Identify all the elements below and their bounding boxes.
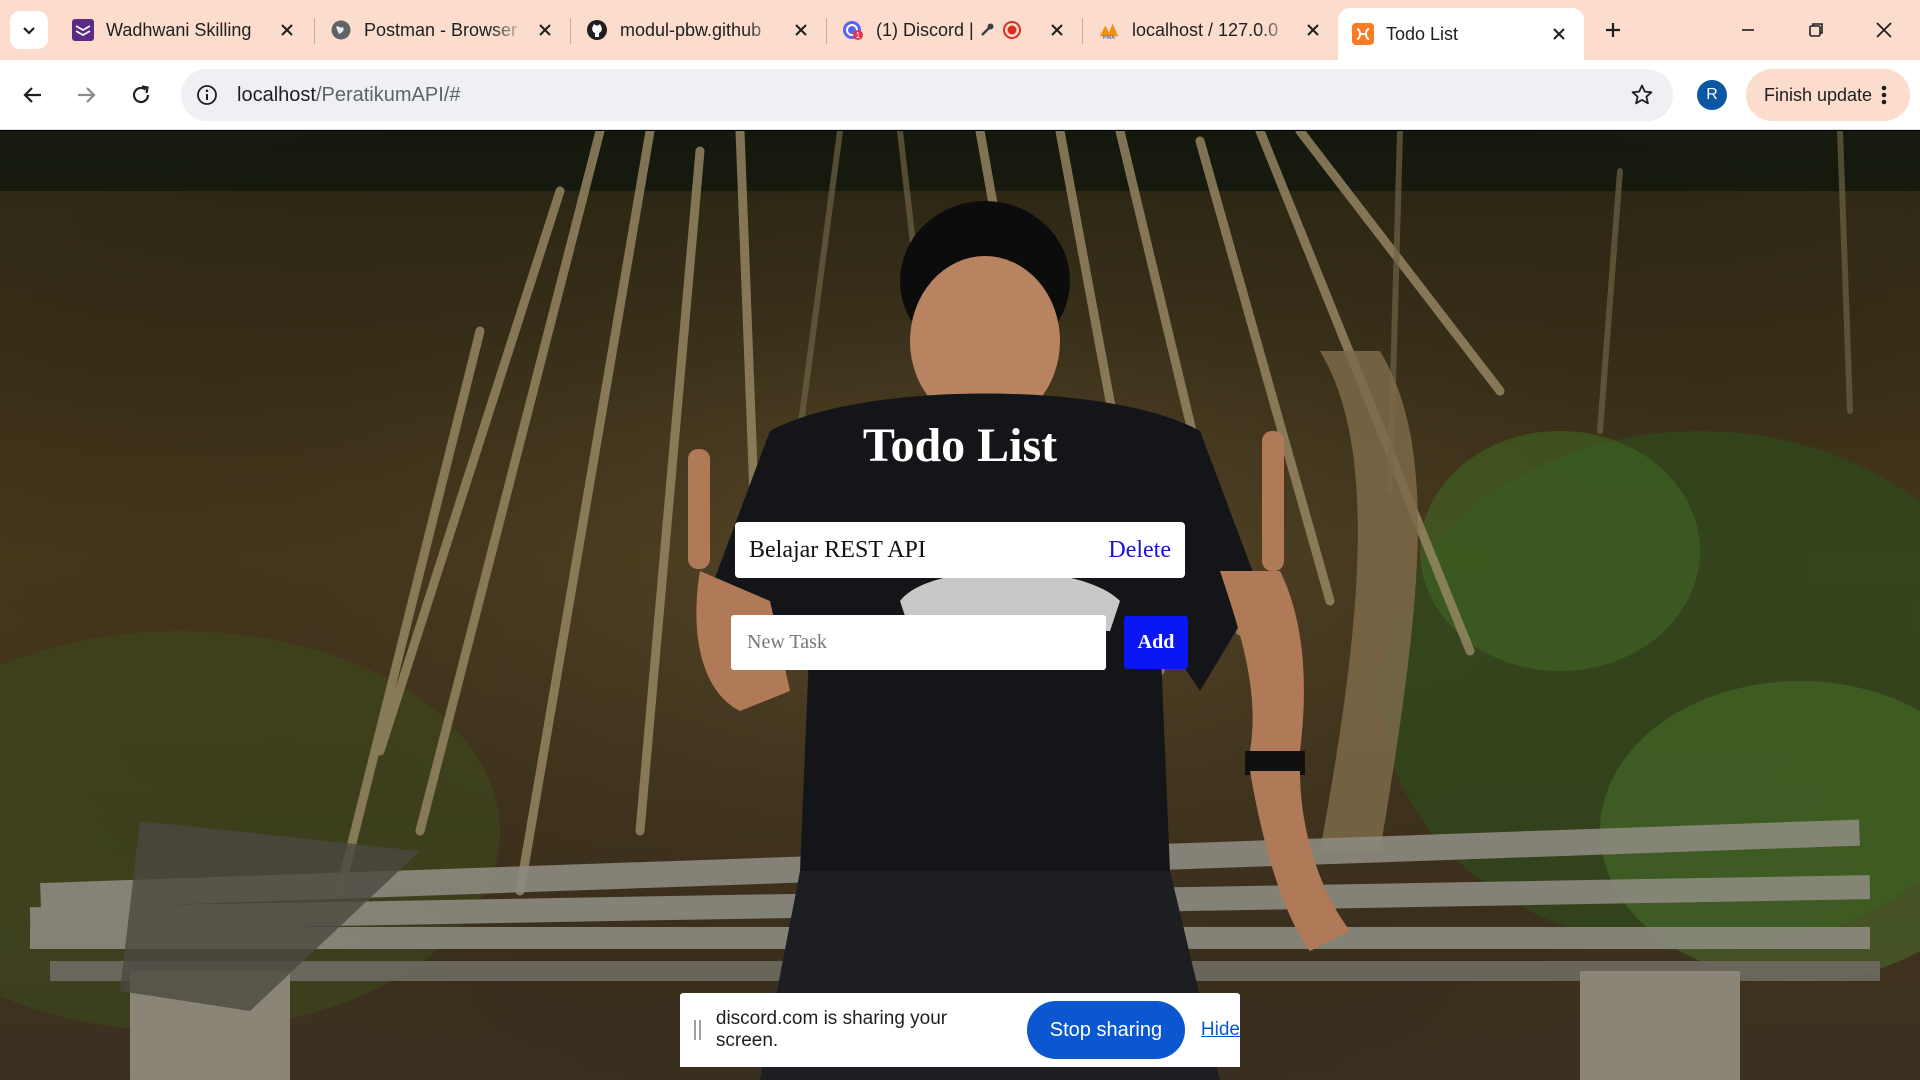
tab-postman[interactable]: Postman - Browser: [316, 8, 570, 52]
close-icon[interactable]: [1046, 19, 1068, 41]
add-button[interactable]: Add: [1124, 616, 1188, 669]
browser-toolbar: localhost/PeratikumAPI/# R Finish update: [0, 60, 1920, 130]
back-button[interactable]: [15, 77, 51, 113]
close-icon[interactable]: [1548, 23, 1570, 45]
tab-strip: Wadhwani Skilling Postman - Browser modu…: [0, 0, 1920, 60]
tab-discord[interactable]: 1 (1) Discord |: [828, 8, 1082, 52]
finish-update-button[interactable]: Finish update: [1746, 69, 1910, 121]
tab-title: (1) Discord |: [876, 19, 974, 40]
drag-handle-icon[interactable]: [694, 1020, 704, 1040]
url-host: localhost: [237, 83, 316, 106]
xampp-icon: [1352, 23, 1374, 45]
url-path: /PeratikumAPI/#: [315, 83, 461, 106]
tab-title: Todo List: [1386, 23, 1459, 44]
site-info-icon[interactable]: [193, 81, 221, 109]
page-viewport: Todo List Belajar REST API Delete Add di…: [0, 131, 1920, 1080]
tab-separator: [570, 18, 571, 44]
tab-title: localhost / 127.0.0: [1132, 19, 1279, 40]
arrow-right-icon: [78, 87, 96, 103]
github-icon: [586, 19, 608, 41]
todo-item-text: Belajar REST API: [749, 536, 926, 563]
tab-title: modul-pbw.github: [620, 19, 762, 40]
tab-separator: [1082, 18, 1083, 44]
page-title: Todo List: [862, 419, 1058, 472]
close-icon: [1876, 22, 1892, 38]
minimize-icon: [1742, 29, 1754, 31]
profile-avatar[interactable]: R: [1697, 80, 1727, 110]
finish-update-label: Finish update: [1764, 84, 1873, 105]
hide-banner-link[interactable]: Hide: [1201, 1019, 1240, 1041]
more-vert-icon[interactable]: [1872, 83, 1896, 107]
restore-button[interactable]: [1794, 10, 1838, 50]
tab-todo-list[interactable]: Todo List: [1338, 8, 1584, 60]
arrow-left-icon: [23, 87, 41, 103]
wadhwani-icon: [72, 19, 94, 41]
tab-separator: [826, 18, 827, 44]
share-message: discord.com is sharing your screen.: [715, 1008, 948, 1051]
svg-text:PMA: PMA: [1103, 35, 1115, 41]
tab-separator: [314, 18, 315, 44]
phpmyadmin-icon: PMA: [1098, 19, 1120, 41]
discord-icon: 1: [842, 19, 864, 41]
tab-search-button[interactable]: [10, 11, 48, 49]
address-bar[interactable]: localhost/PeratikumAPI/#: [181, 69, 1673, 121]
close-icon[interactable]: [1302, 19, 1324, 41]
todo-item: Belajar REST API Delete: [735, 522, 1185, 578]
url-text[interactable]: localhost/PeratikumAPI/#: [237, 84, 460, 107]
svg-text:1: 1: [856, 31, 861, 40]
close-icon[interactable]: [276, 19, 298, 41]
tab-github[interactable]: modul-pbw.github: [572, 8, 826, 52]
tab-wadhwani[interactable]: Wadhwani Skilling: [58, 8, 312, 52]
chevron-down-icon: [23, 27, 35, 35]
globe-icon: [330, 19, 352, 41]
screen-share-banner: discord.com is sharing your screen. Stop…: [680, 993, 1240, 1067]
tab-phpmyadmin[interactable]: PMA localhost / 127.0.0: [1084, 8, 1338, 52]
new-task-input[interactable]: [731, 615, 1106, 670]
plus-icon: [1606, 23, 1620, 37]
new-tab-button[interactable]: [1597, 14, 1629, 46]
reload-icon: [132, 85, 150, 104]
close-icon[interactable]: [534, 19, 556, 41]
microphone-icon: [978, 21, 996, 39]
tab-title: Wadhwani Skilling: [106, 19, 252, 40]
delete-button[interactable]: Delete: [1108, 537, 1171, 564]
reload-button[interactable]: [123, 77, 159, 113]
forward-button[interactable]: [68, 77, 104, 113]
stop-sharing-button[interactable]: Stop sharing: [1026, 1001, 1185, 1059]
close-icon[interactable]: [790, 19, 812, 41]
tab-title: Postman - Browser: [364, 19, 518, 40]
bookmark-star-icon[interactable]: [1629, 82, 1655, 108]
restore-icon: [1809, 23, 1823, 37]
recording-icon: [1002, 20, 1022, 40]
minimize-button[interactable]: [1726, 10, 1770, 50]
close-window-button[interactable]: [1862, 10, 1906, 50]
background-photo: [0, 131, 1920, 1080]
